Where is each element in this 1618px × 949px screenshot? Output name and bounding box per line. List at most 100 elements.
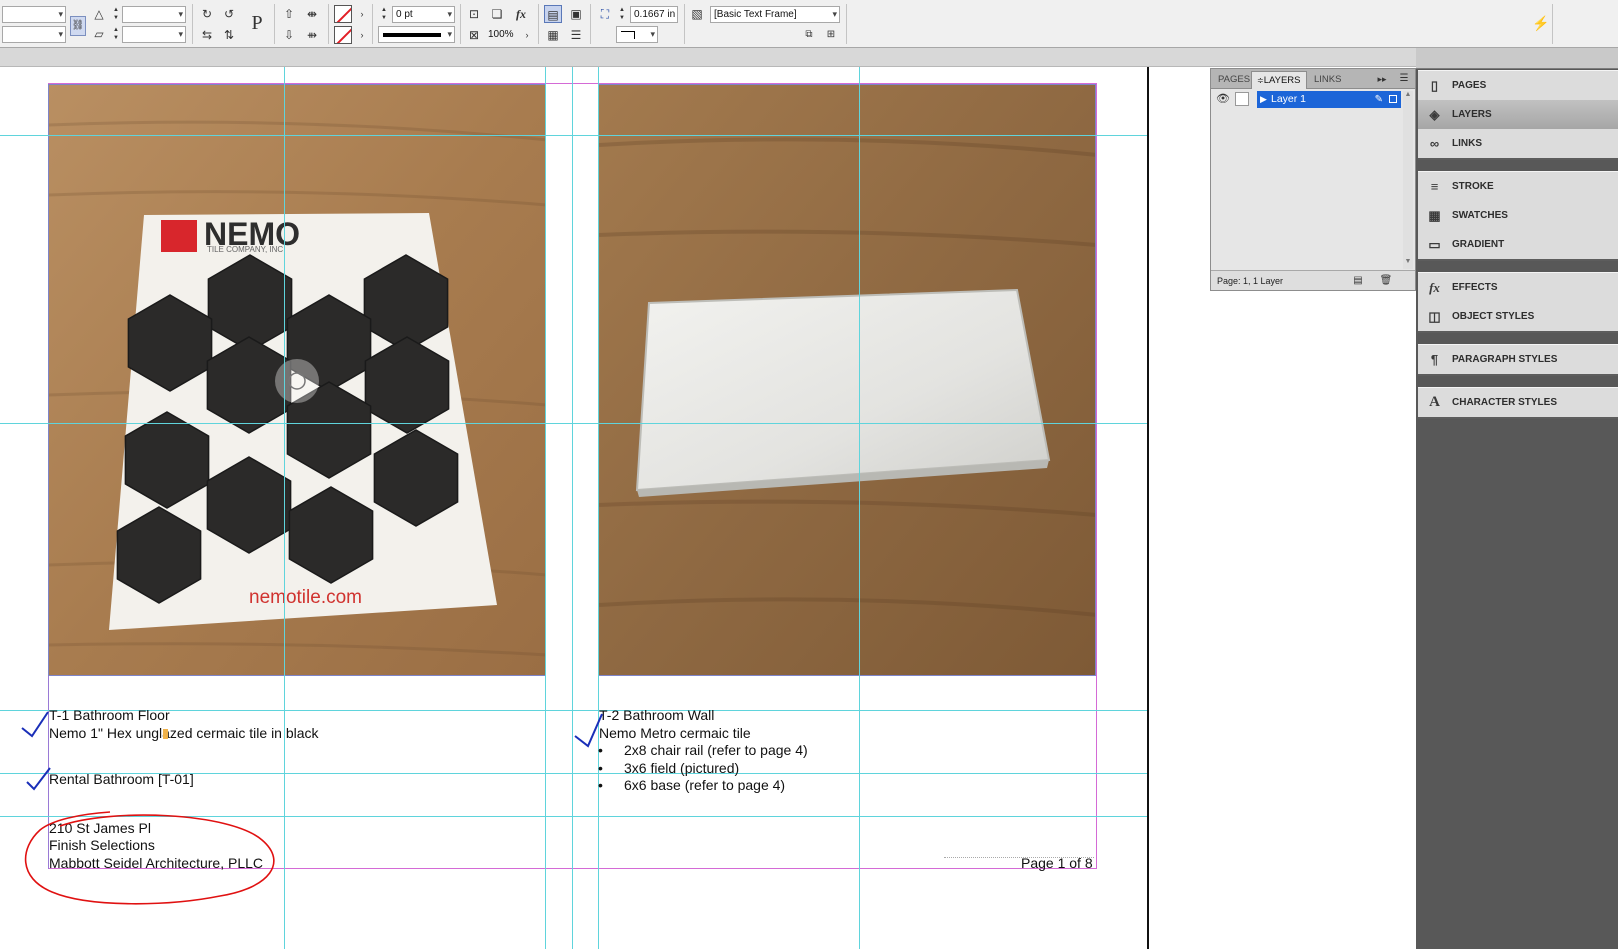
stroke-weight-spinner[interactable]: ▲ ▼ xyxy=(380,6,388,23)
pen-target-icon[interactable]: ✎ xyxy=(1375,91,1383,108)
quick-apply-icon[interactable]: ⚡ xyxy=(1532,14,1550,32)
fill-arrow-icon[interactable]: › xyxy=(353,5,371,23)
select-next-icon[interactable]: ⇻ xyxy=(303,26,321,44)
opacity-field[interactable]: 100% xyxy=(485,27,519,44)
dock-item-paragraph-styles[interactable]: ¶ PARAGRAPH STYLES xyxy=(1418,345,1618,374)
fill-swatch-icon[interactable] xyxy=(334,5,352,23)
layer-name-cell[interactable]: ▶ Layer 1 ✎ xyxy=(1257,91,1401,108)
dock-item-gradient[interactable]: ▭ GRADIENT xyxy=(1418,230,1618,259)
dock-group: ≡ STROKE ▦ SWATCHES ▭ GRADIENT xyxy=(1418,171,1618,261)
reference-x-field[interactable]: ▾ xyxy=(2,6,66,23)
subway-tile-photo xyxy=(599,85,1095,675)
links-icon: ∞ xyxy=(1429,136,1440,151)
expand-triangle-icon[interactable]: ▶ xyxy=(1260,91,1267,108)
caption-left-title[interactable]: T-1 Bathroom Floor xyxy=(49,707,170,725)
project-address[interactable]: 210 St James Pl xyxy=(49,820,151,838)
opacity-arrow-icon[interactable]: › xyxy=(518,26,536,44)
reference-y-field[interactable]: ▾ xyxy=(2,26,66,43)
dock-item-object-styles[interactable]: ◫ OBJECT STYLES xyxy=(1418,302,1618,331)
frame-fitting-icon[interactable]: ⊡ xyxy=(465,5,483,23)
corner-shape-field[interactable]: ▾ xyxy=(616,26,658,43)
ruler-guide[interactable] xyxy=(0,710,1147,711)
ruler-guide[interactable] xyxy=(0,816,1147,817)
lock-toggle[interactable] xyxy=(1235,92,1249,106)
flip-horizontal-icon[interactable]: ⇆ xyxy=(198,26,216,44)
dock-grip[interactable] xyxy=(1416,48,1618,69)
panel-collapse-icon[interactable]: ▸▸ xyxy=(1373,70,1391,88)
tab-layers[interactable]: ≑LAYERS xyxy=(1251,71,1307,89)
shear-field[interactable]: ▾ xyxy=(122,26,186,43)
hex-tile-photo: NEMO TILE COMPANY, INC nemotile.com xyxy=(49,85,545,675)
layers-footer-text: Page: 1, 1 Layer xyxy=(1217,276,1284,286)
drop-shadow-icon[interactable]: ❏ xyxy=(488,5,506,23)
layers-panel[interactable]: PAGES ≑LAYERS LINKS ▸▸ ☰ 👁 ▶ Layer 1 ✎ ▲… xyxy=(1210,68,1416,291)
photo-frame-subway-tile[interactable] xyxy=(598,84,1096,676)
layers-scrollbar[interactable]: ▲ ▼ xyxy=(1403,91,1413,269)
dock-item-stroke[interactable]: ≡ STROKE xyxy=(1418,172,1618,201)
auto-fit-icon[interactable]: ▤ xyxy=(544,5,562,23)
new-style-icon[interactable]: ⊞ xyxy=(822,26,840,44)
offset-field[interactable]: 0.1667 in xyxy=(630,6,678,23)
caption-left-description[interactable]: Nemo 1" Hex unglazed cermaic tile in bla… xyxy=(49,725,319,743)
rotation-spinner[interactable]: ▲ ▼ xyxy=(112,6,120,23)
align-bottom-icon[interactable]: ☰ xyxy=(567,26,585,44)
dock-item-swatches[interactable]: ▦ SWATCHES xyxy=(1418,201,1618,230)
offset-value: 0.1667 in xyxy=(634,9,676,20)
rotation-field[interactable]: ▾ xyxy=(122,6,186,23)
rotate-cw-icon[interactable]: ↻ xyxy=(198,5,216,23)
select-previous-icon[interactable]: ⇼ xyxy=(303,5,321,23)
dock-item-pages[interactable]: ▯ PAGES xyxy=(1418,71,1618,100)
tab-pages[interactable]: PAGES xyxy=(1213,71,1255,89)
dock-item-effects[interactable]: fx EFFECTS xyxy=(1418,273,1618,302)
constrain-proportions-icon[interactable]: ⛓ xyxy=(70,16,86,36)
separator xyxy=(372,4,373,44)
photo-frame-hex-tile[interactable]: NEMO TILE COMPANY, INC nemotile.com xyxy=(48,84,546,676)
caption-right-title[interactable]: T-2 Bathroom Wall xyxy=(599,707,714,725)
select-content-icon[interactable]: ⇩ xyxy=(280,26,298,44)
page-number[interactable]: Page 1 of 8 xyxy=(1021,855,1093,873)
panel-dock: ▯ PAGES ◈ LAYERS ∞ LINKS ≡ STROKE ▦ SWATCHES ▭ GRAD… xyxy=(1416,48,1618,949)
new-layer-icon[interactable]: ▤ xyxy=(1349,272,1367,290)
ruler-guide[interactable] xyxy=(0,135,1147,136)
flip-vertical-icon[interactable]: ⇅ xyxy=(220,26,238,44)
separator xyxy=(192,4,193,44)
offset-spinner[interactable]: ▲ ▼ xyxy=(618,6,626,23)
gradient-icon: ▭ xyxy=(1428,237,1441,252)
text-wrap-icon[interactable]: ⛶ xyxy=(596,5,614,23)
dock-item-label: OBJECT STYLES xyxy=(1452,311,1535,322)
visibility-eye-icon[interactable]: 👁 xyxy=(1215,91,1231,108)
selection-square-icon[interactable] xyxy=(1389,95,1397,103)
page-edge xyxy=(1147,67,1149,949)
select-container-icon[interactable]: ⇧ xyxy=(280,5,298,23)
stroke-type-field[interactable]: ▾ xyxy=(378,26,455,43)
dock-group: fx EFFECTS ◫ OBJECT STYLES xyxy=(1418,272,1618,333)
clear-overrides-icon[interactable]: ⧉ xyxy=(800,26,818,44)
fit-content-icon[interactable]: ▦ xyxy=(544,26,562,44)
layer-row[interactable]: 👁 ▶ Layer 1 ✎ xyxy=(1213,91,1403,108)
stroke-arrow-icon[interactable]: › xyxy=(353,26,371,44)
caption-right-bullet-list[interactable]: 2x8 chair rail (refer to page 4) 3x6 fie… xyxy=(598,742,808,795)
ruler-guide[interactable] xyxy=(0,423,1147,424)
layers-panel-footer: Page: 1, 1 Layer ▤ 🗑 xyxy=(1211,270,1415,290)
text-frame-options-icon[interactable]: ▣ xyxy=(567,5,585,23)
tab-links[interactable]: LINKS xyxy=(1309,71,1346,89)
opacity-value: 100% xyxy=(488,29,514,40)
dock-item-links[interactable]: ∞ LINKS xyxy=(1418,129,1618,158)
object-style-dropdown[interactable]: [Basic Text Frame] ▾ xyxy=(710,6,840,23)
stroke-swatch-icon[interactable] xyxy=(334,26,352,44)
project-firm[interactable]: Mabbott Seidel Architecture, PLLC xyxy=(49,855,263,873)
dock-item-character-styles[interactable]: A CHARACTER STYLES xyxy=(1418,388,1618,417)
rotate-ccw-icon[interactable]: ↺ xyxy=(220,5,238,23)
text-cursor-marker xyxy=(163,729,168,739)
indesign-window: ▾ ▾ ⛓ △ ▱ ▲ ▼ ▲ ▼ ▾ ▾ ↻ ↺ ⇆ ⇅ P ⇧ ⇼ ⇩ ⇻ › … xyxy=(0,0,1618,949)
caption-right-description[interactable]: Nemo Metro cermaic tile xyxy=(599,725,751,743)
caption-left-room[interactable]: Rental Bathroom [T-01] xyxy=(49,771,194,789)
panel-menu-icon[interactable]: ☰ xyxy=(1395,70,1413,88)
stroke-weight-field[interactable]: 0 pt ▾ xyxy=(392,6,455,23)
delete-layer-icon[interactable]: 🗑 xyxy=(1377,272,1395,290)
dock-item-layers[interactable]: ◈ LAYERS xyxy=(1418,100,1618,129)
separator xyxy=(846,4,847,44)
project-section[interactable]: Finish Selections xyxy=(49,837,155,855)
effects-fx-icon[interactable]: fx xyxy=(512,5,530,23)
shear-spinner[interactable]: ▲ ▼ xyxy=(112,26,120,43)
